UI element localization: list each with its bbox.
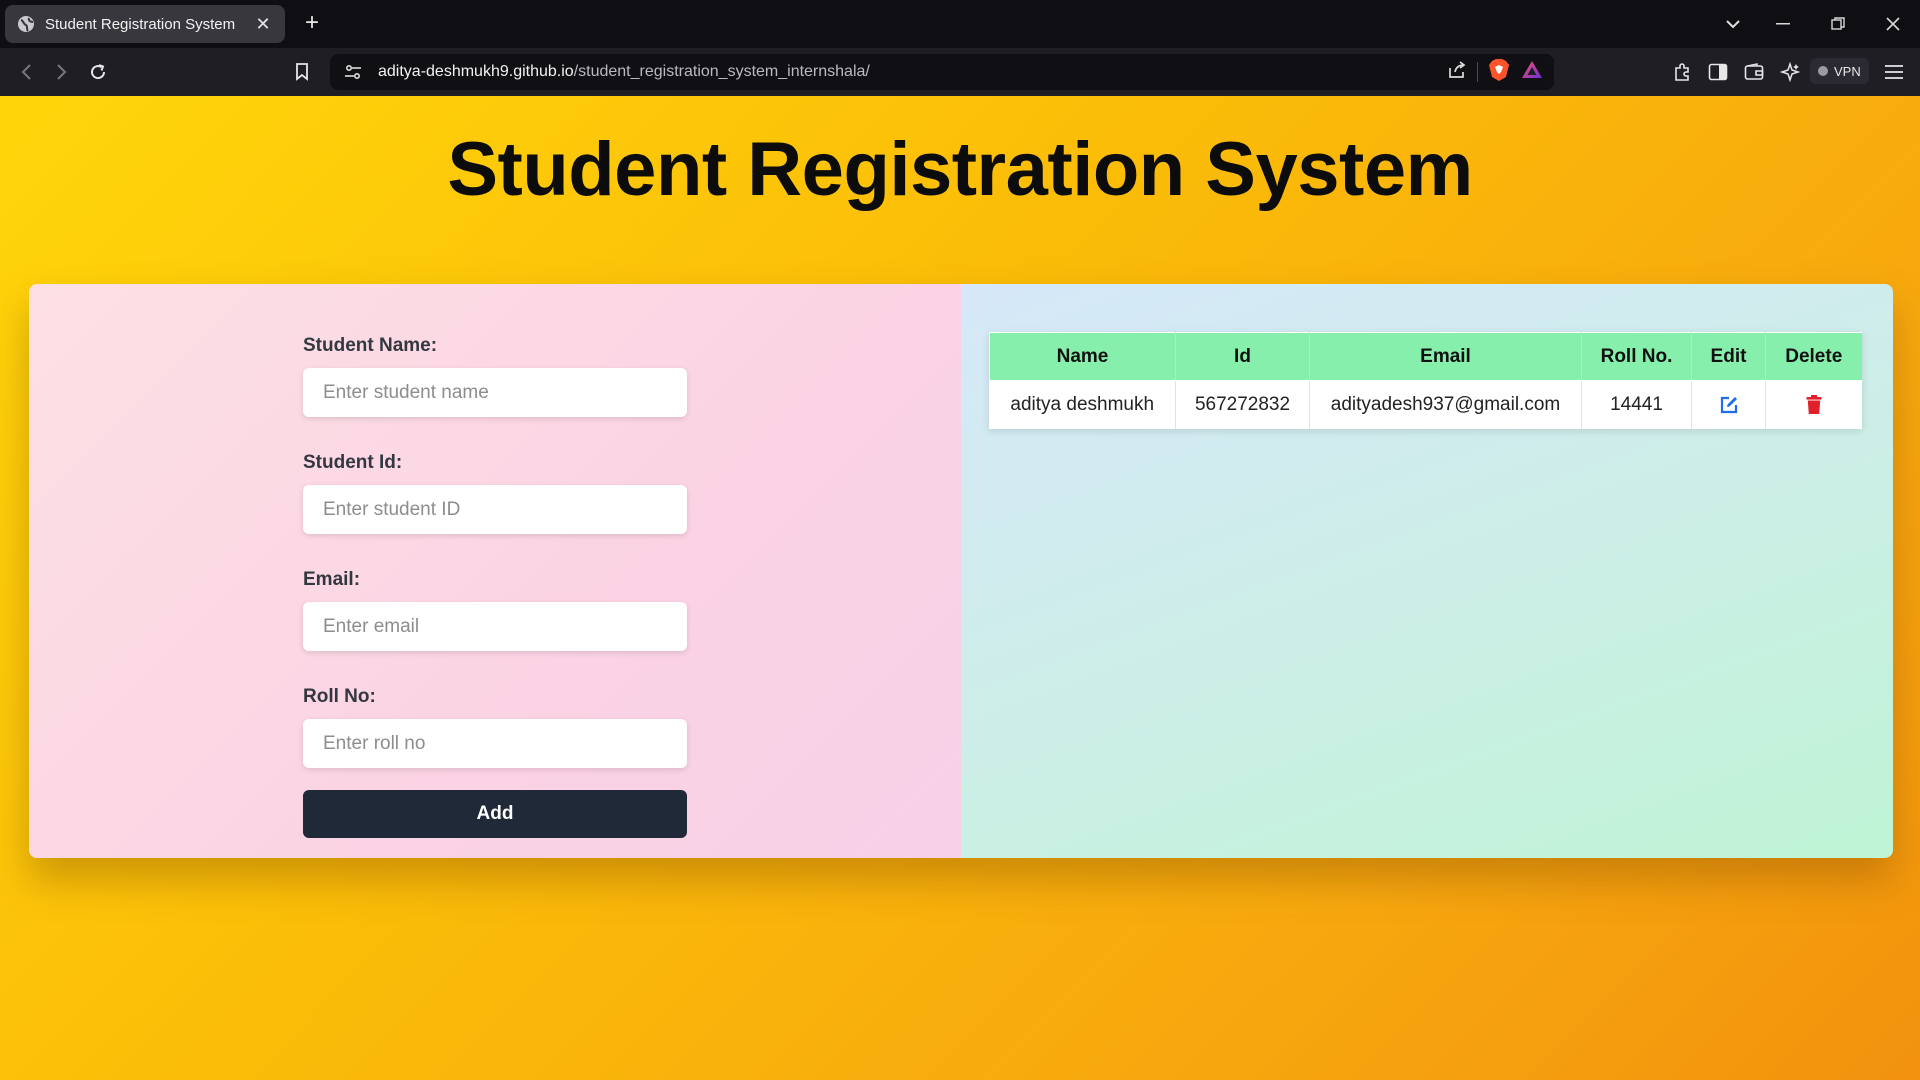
menu-icon[interactable] [1880, 58, 1908, 86]
browser-tab[interactable]: Student Registration System ✕ [5, 5, 285, 43]
url-divider [1477, 62, 1478, 82]
close-tab-icon[interactable]: ✕ [253, 14, 273, 35]
edit-icon[interactable] [1717, 393, 1741, 417]
tab-list-chevron-icon[interactable] [1715, 0, 1751, 48]
header-delete: Delete [1765, 332, 1862, 381]
page-background: Student Registration System Student Name… [0, 96, 1920, 1080]
bookmark-icon[interactable] [288, 58, 316, 86]
students-table: Name Id Email Roll No. Edit Delete adity… [989, 332, 1862, 429]
id-field-group: Student Id: [303, 451, 687, 535]
site-settings-icon[interactable] [342, 61, 364, 83]
url-path: /student_registration_system_internshala… [573, 63, 870, 80]
student-name-label: Student Name: [303, 335, 438, 356]
vpn-status-icon [1818, 66, 1828, 76]
header-email: Email [1309, 332, 1582, 381]
address-bar[interactable]: aditya-deshmukh9.github.io/student_regis… [330, 54, 1554, 90]
tab-strip: Student Registration System ✕ + [0, 0, 1920, 48]
roll-no-input[interactable] [303, 719, 687, 768]
navigation-bar: aditya-deshmukh9.github.io/student_regis… [0, 48, 1920, 96]
name-field-group: Student Name: [303, 334, 687, 418]
table-row: aditya deshmukh 567272832 adityadesh937@… [989, 380, 1862, 429]
brave-rewards-icon[interactable] [1520, 59, 1544, 86]
vpn-button[interactable]: VPN [1810, 58, 1869, 84]
url-text: aditya-deshmukh9.github.io/student_regis… [378, 63, 870, 81]
forward-icon[interactable] [48, 58, 76, 86]
form-panel: Student Name: Student Id: Email: Roll No… [29, 284, 961, 858]
brave-shields-icon[interactable] [1488, 58, 1510, 87]
roll-no-label: Roll No: [303, 686, 376, 707]
globe-icon [17, 15, 35, 33]
reload-icon[interactable] [84, 58, 112, 86]
wallet-icon[interactable] [1740, 58, 1768, 86]
student-id-input[interactable] [303, 485, 687, 534]
header-edit: Edit [1691, 332, 1766, 381]
page-title: Student Registration System [447, 127, 1473, 212]
close-window-icon[interactable] [1875, 0, 1911, 48]
header-name: Name [989, 332, 1176, 381]
url-host: aditya-deshmukh9.github.io [378, 63, 574, 80]
cell-roll-no: 14441 [1581, 380, 1692, 429]
minimize-icon[interactable] [1765, 0, 1801, 48]
restore-icon[interactable] [1820, 0, 1856, 48]
cell-edit [1691, 380, 1766, 429]
leo-ai-icon[interactable] [1776, 58, 1804, 86]
back-icon[interactable] [12, 58, 40, 86]
vpn-label: VPN [1834, 63, 1861, 79]
share-icon[interactable] [1447, 60, 1467, 85]
header-id: Id [1175, 332, 1310, 381]
new-tab-icon[interactable]: + [298, 9, 326, 37]
cell-email: adityadesh937@gmail.com [1309, 380, 1582, 429]
tab-title: Student Registration System [45, 15, 236, 33]
cell-delete [1766, 381, 1862, 429]
email-label: Email: [303, 569, 361, 590]
sidebar-icon[interactable] [1704, 58, 1732, 86]
roll-field-group: Roll No: [303, 685, 687, 769]
add-button[interactable]: Add [303, 790, 687, 838]
table-panel: Name Id Email Roll No. Edit Delete adity… [961, 284, 1893, 858]
email-input[interactable] [303, 602, 687, 651]
extensions-icon[interactable] [1668, 58, 1696, 86]
cell-name: aditya deshmukh [989, 380, 1176, 429]
email-field-group: Email: [303, 568, 687, 652]
student-name-input[interactable] [303, 368, 687, 417]
cell-id: 567272832 [1175, 380, 1310, 429]
student-id-label: Student Id: [303, 452, 403, 473]
student-form: Student Name: Student Id: Email: Roll No… [303, 334, 687, 838]
table-header-row: Name Id Email Roll No. Edit Delete [989, 332, 1862, 381]
header-roll-no: Roll No. [1581, 332, 1692, 381]
trash-icon[interactable] [1802, 393, 1826, 417]
registration-card: Student Name: Student Id: Email: Roll No… [29, 284, 1893, 858]
